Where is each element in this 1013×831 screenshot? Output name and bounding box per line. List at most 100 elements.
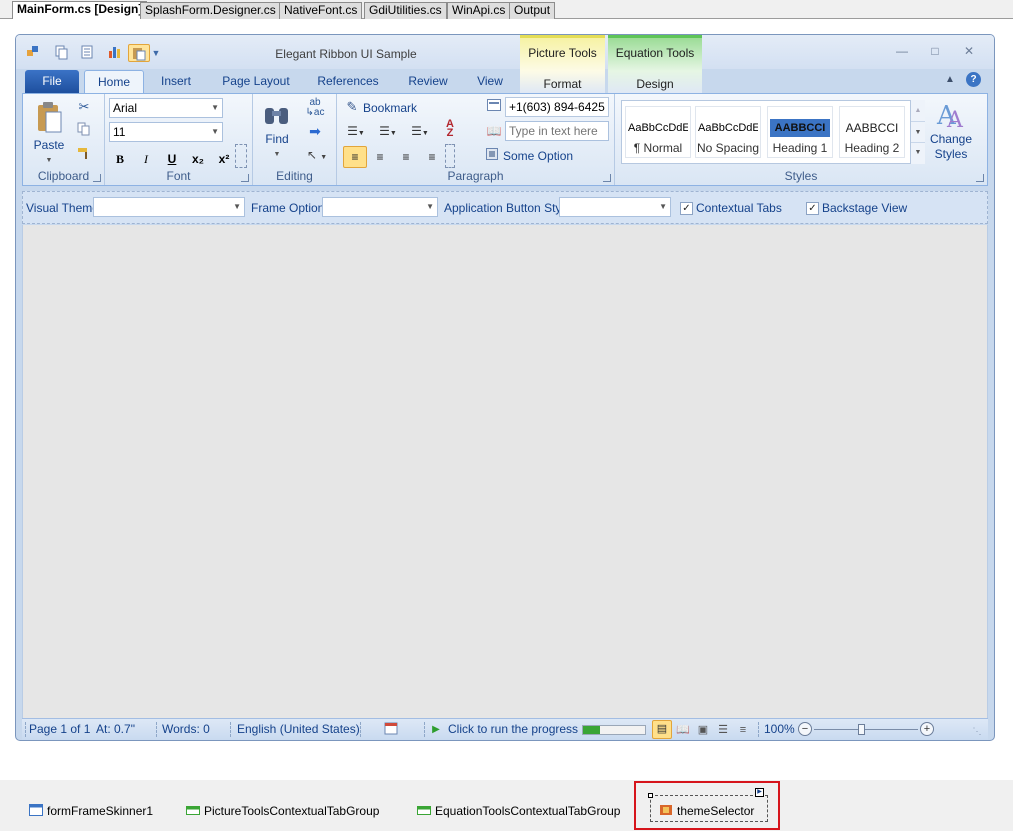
tab-group-icon [186, 804, 200, 816]
close-button[interactable]: ✕ [956, 43, 982, 59]
style-heading-1[interactable]: AABBCCI Heading 1 [767, 106, 833, 158]
web-layout-icon[interactable]: ▣ [694, 721, 712, 739]
clipboard-dialog-launcher[interactable] [93, 174, 101, 182]
status-separator [156, 722, 157, 737]
draft-view-icon[interactable]: ≡ [734, 721, 752, 739]
subscript-button[interactable]: x₂ [187, 150, 209, 168]
styles-dialog-launcher[interactable] [976, 174, 984, 182]
editing-group: Find ▼ ab ↳ac ➡ ↖ ▼ Editing [253, 94, 337, 185]
tab-page-layout[interactable]: Page Layout [216, 70, 296, 93]
app-button-style-combo[interactable]: ▼ [559, 197, 671, 217]
tray-item-equation-tools-group[interactable]: EquationToolsContextualTabGroup [417, 804, 620, 818]
tray-item-picture-tools-group[interactable]: PictureToolsContextualTabGroup [186, 804, 379, 818]
style-heading-2[interactable]: AABBCCI Heading 2 [839, 106, 905, 158]
paragraph-dialog-launcher[interactable] [603, 174, 611, 182]
zoom-level[interactable]: 100% [764, 719, 795, 740]
align-left-button[interactable]: ≡ [343, 146, 367, 168]
status-separator [230, 722, 231, 737]
change-styles-button[interactable]: AA Change Styles [929, 98, 973, 164]
bold-button[interactable]: B [109, 150, 131, 168]
superscript-button[interactable]: x² [213, 150, 235, 168]
doc-tab-output[interactable]: Output [509, 2, 556, 19]
phone-field-icon [485, 98, 503, 116]
replace-icon[interactable]: ab ↳ac [305, 98, 325, 118]
format-painter-icon[interactable] [75, 146, 93, 165]
calendar-icon[interactable] [382, 721, 400, 740]
tab-references[interactable]: References [312, 70, 384, 93]
zoom-slider-track[interactable] [814, 729, 918, 730]
zoom-out-button[interactable]: − [798, 722, 812, 736]
frame-options-combo[interactable]: ▼ [322, 197, 438, 217]
print-layout-view-icon[interactable]: ▤ [652, 720, 672, 739]
style-heading-1-name: Heading 1 [772, 141, 828, 155]
smart-tag-icon[interactable]: ▶ [755, 788, 764, 797]
style-heading-1-preview: AABBCCI [770, 119, 830, 137]
reading-view-icon[interactable]: 📖 [674, 721, 692, 739]
multilevel-list-icon[interactable]: ☰▼ [407, 122, 433, 143]
tray-item-form-frame-skinner[interactable]: formFrameSkinner1 [29, 804, 153, 818]
play-icon[interactable]: ▶ [430, 721, 442, 739]
doc-tab-gdiutilities[interactable]: GdiUtilities.cs [364, 2, 447, 19]
tray-item-label: themeSelector [677, 804, 755, 818]
tab-home[interactable]: Home [84, 70, 144, 93]
style-normal[interactable]: AaBbCcDdE ¶ Normal [625, 106, 691, 158]
collapse-ribbon-icon[interactable]: ▲ [942, 71, 958, 89]
contextual-tabs-checkbox[interactable]: ✓ [680, 202, 693, 215]
goto-arrow-icon[interactable]: ➡ [305, 122, 325, 140]
doc-tab-splashform-designer[interactable]: SplashForm.Designer.cs [140, 2, 281, 19]
sort-icon[interactable]: AZ [439, 119, 461, 139]
minimize-button[interactable]: — [889, 43, 915, 59]
file-tab[interactable]: File [25, 70, 79, 93]
doc-tab-mainform-design[interactable]: MainForm.cs [Design] [12, 1, 148, 19]
find-button[interactable]: Find ▼ [259, 102, 295, 164]
tab-review[interactable]: Review [400, 70, 456, 93]
bookmark-icon: ✎ [346, 99, 358, 114]
status-page: Page 1 of 1 [29, 722, 91, 736]
visual-theme-combo[interactable]: ▼ [93, 197, 245, 217]
font-color-placeholder [235, 144, 247, 168]
phone-input[interactable]: +1(603) 894-6425 [505, 97, 609, 117]
document-client-area[interactable] [22, 225, 988, 718]
font-size-combo[interactable]: 11 ▼ [109, 122, 223, 142]
copy-format-icon[interactable] [75, 122, 93, 141]
justify-button[interactable]: ≡ [421, 148, 443, 166]
align-center-button[interactable]: ≡ [369, 148, 391, 166]
paste-button[interactable]: Paste ▼ [31, 100, 67, 164]
outline-view-icon[interactable]: ☰ [714, 721, 732, 739]
bookmark-button[interactable]: Bookmark [363, 101, 417, 115]
scroll-up-icon[interactable]: ▲ [911, 100, 925, 121]
text-input[interactable] [505, 121, 609, 141]
doc-tab-winapi[interactable]: WinApi.cs [447, 2, 511, 19]
doc-tab-nativefont[interactable]: NativeFont.cs [279, 2, 363, 19]
bullets-icon[interactable]: ☰▼ [343, 122, 369, 143]
find-dropdown-icon: ▼ [273, 151, 281, 158]
style-no-spacing[interactable]: AaBbCcDdE No Spacing [695, 106, 761, 158]
align-right-button[interactable]: ≡ [395, 148, 417, 166]
cut-icon[interactable]: ✂ [75, 98, 93, 116]
zoom-in-button[interactable]: + [920, 722, 934, 736]
styles-group-label: Styles [784, 169, 818, 183]
resize-grip-icon[interactable]: ⋱ [970, 722, 984, 740]
paragraph-placeholder [445, 144, 455, 168]
select-cursor-icon[interactable]: ↖ ▼ [303, 146, 331, 167]
selection-handle[interactable] [648, 793, 653, 798]
ribbon-tab-row: File Home Insert Page Layout References … [16, 69, 994, 93]
progress-bar [582, 725, 646, 735]
status-language[interactable]: English (United States) [237, 719, 360, 740]
underline-button[interactable]: U [161, 150, 183, 168]
font-dialog-launcher[interactable] [241, 174, 249, 182]
backstage-view-checkbox[interactable]: ✓ [806, 202, 819, 215]
italic-button[interactable]: I [135, 150, 157, 168]
help-icon[interactable]: ? [966, 72, 981, 87]
font-name-combo[interactable]: Arial ▼ [109, 98, 223, 118]
progress-run-label[interactable]: Click to run the progress [448, 719, 578, 740]
tab-view[interactable]: View [472, 70, 508, 93]
theme-selector-item[interactable]: themeSelector [659, 804, 754, 818]
options-bar: Visual Theme ▼ Frame Options ▼ Applicati… [22, 191, 988, 224]
zoom-slider-thumb[interactable] [858, 724, 865, 735]
some-option-checkbox[interactable] [485, 147, 499, 161]
tab-insert[interactable]: Insert [152, 70, 200, 93]
maximize-button[interactable]: □ [922, 43, 948, 59]
frame-options-label: Frame Options [251, 201, 331, 215]
numbering-icon[interactable]: ☰▼ [375, 122, 401, 143]
